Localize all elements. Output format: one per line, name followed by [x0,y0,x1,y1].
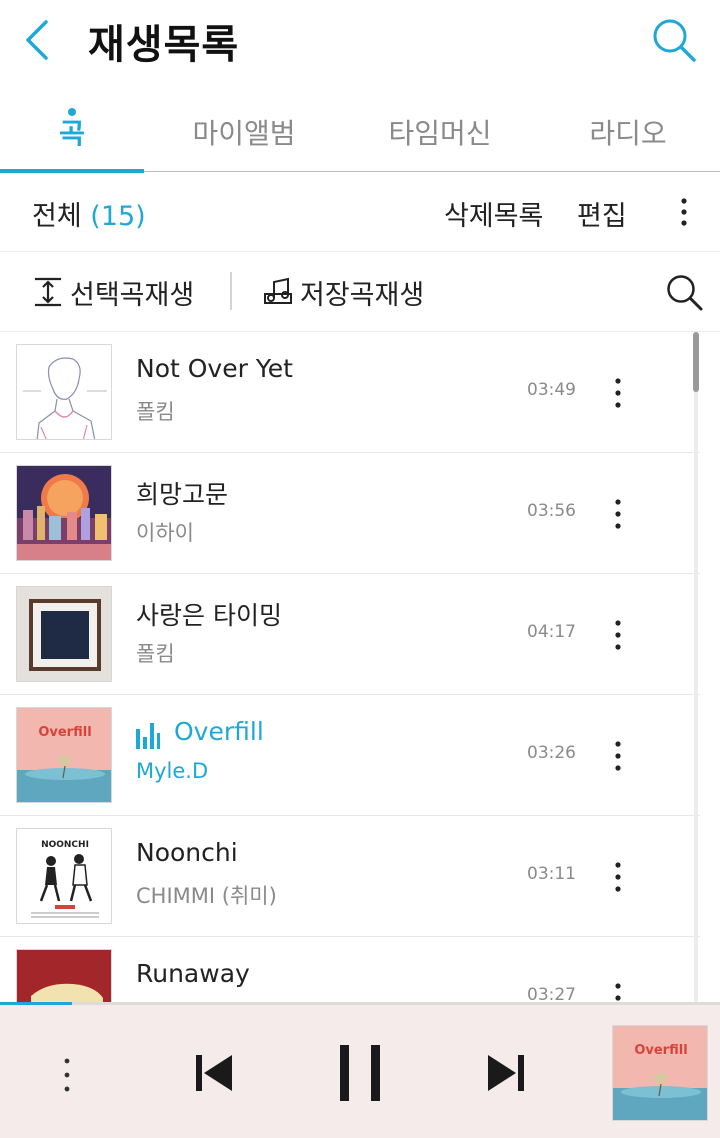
song-duration: 03:27 [527,985,576,1002]
song-artist: 폴킴 [136,642,175,666]
song-duration: 03:49 [527,380,576,400]
song-row[interactable]: Runaway 03:27 [0,937,700,1002]
pause-button[interactable] [334,1043,386,1103]
tab-my-album[interactable]: 마이앨범 [144,92,344,172]
tab-bar: 곡 마이앨범 타임머신 라디오 [0,92,720,173]
song-artist: 이하이 [136,521,194,545]
scrollbar-thumb[interactable] [693,332,699,392]
search-icon [653,19,696,62]
page-title: 재생목록 [88,22,240,68]
album-art [16,949,112,1002]
play-selected-button[interactable]: 선택곡재생 [32,272,194,312]
total-count: 전체 (15) [32,194,146,233]
song-duration: 03:11 [527,864,576,884]
more-vertical-icon [615,741,621,771]
song-more-button[interactable] [607,497,629,531]
play-selected-label: 선택곡재생 [70,279,195,311]
player-more-button[interactable] [56,1055,78,1095]
tab-label: 마이앨범 [192,117,296,150]
list-scrollbar[interactable] [693,332,699,1002]
album-art [16,465,112,561]
song-artist: CHIMMI (취미) [136,884,277,908]
all-label: 전체 [32,201,82,232]
edit-button[interactable]: 편집 [577,194,627,233]
list-search-button[interactable] [664,272,704,312]
album-art: Overfill [16,707,112,803]
song-artist: Myle.D [136,759,209,783]
song-more-button[interactable] [607,376,629,410]
song-more-button[interactable] [607,618,629,652]
more-vertical-icon [615,862,621,892]
song-row[interactable]: Not Over Yet 폴킴 03:49 [0,332,700,453]
previous-button[interactable] [192,1051,236,1095]
play-saved-label: 저장곡재생 [300,279,425,311]
chevron-left-icon [26,20,48,60]
now-playing-album-art[interactable]: Overfill [612,1025,708,1121]
song-title: Overfill [174,717,264,746]
song-row-now-playing[interactable]: Overfill Overfill Myle.D 03:26 [0,695,700,816]
equalizer-icon [136,723,160,749]
active-dot-icon [68,108,76,116]
search-button[interactable] [650,16,698,64]
playlist-toolbar: 전체 (15) 삭제목록 편집 [0,172,720,252]
song-row[interactable]: NOONCHI Noonchi CHIMMI (취미) 03:11 [0,816,700,937]
album-text: Overfill [634,1043,687,1058]
song-title: Runaway [136,959,250,988]
tab-label: 라디오 [589,117,667,150]
tab-time-machine[interactable]: 타임머신 [344,92,536,172]
more-vertical-icon [64,1058,70,1092]
tab-label: 곡 [59,117,85,150]
deleted-list-button[interactable]: 삭제목록 [444,194,543,233]
song-duration: 03:56 [527,501,576,521]
song-duration: 04:17 [527,622,576,642]
album-art: NOONCHI [16,828,112,924]
song-artist: 폴킴 [136,400,175,424]
song-count: (15) [90,201,146,232]
toolbar-more-button[interactable] [672,196,696,228]
more-vertical-icon [681,198,687,226]
music-note-icon [264,277,292,304]
more-vertical-icon [615,378,621,408]
song-title: Noonchi [136,838,238,867]
actions-divider [230,272,232,310]
back-button[interactable] [18,18,62,62]
app-header: 재생목록 [0,0,720,88]
song-title: Not Over Yet [136,354,293,383]
more-vertical-icon [615,983,621,1001]
song-more-button[interactable] [607,981,629,1002]
album-art [16,586,112,682]
song-duration: 03:26 [527,743,576,763]
search-icon [667,275,703,311]
song-row[interactable]: 희망고문 이하이 03:56 [0,453,700,574]
tab-radio[interactable]: 라디오 [536,92,720,172]
play-actions-row: 선택곡재생 저장곡재생 [0,252,720,332]
song-title: 사랑은 타이밍 [136,601,282,630]
tab-songs[interactable]: 곡 [0,92,144,172]
album-art [16,344,112,440]
skip-next-icon [488,1055,524,1091]
play-saved-button[interactable]: 저장곡재생 [262,272,424,312]
select-range-icon [35,277,61,307]
album-text: Overfill [38,725,91,740]
playback-progress-bar[interactable] [0,1002,72,1005]
more-vertical-icon [615,620,621,650]
song-more-button[interactable] [607,739,629,773]
song-row[interactable]: 사랑은 타이밍 폴킴 04:17 [0,574,700,695]
song-title: 희망고문 [136,480,229,509]
mini-player: Overfill [0,1002,720,1138]
song-list: Not Over Yet 폴킴 03:49 희망고문 이하이 03:56 사랑은… [0,332,720,1002]
song-more-button[interactable] [607,860,629,894]
more-vertical-icon [615,499,621,529]
album-text: NOONCHI [41,840,89,850]
pause-icon [340,1045,380,1101]
skip-previous-icon [196,1055,232,1091]
tab-label: 타임머신 [388,117,492,150]
next-button[interactable] [484,1051,528,1095]
